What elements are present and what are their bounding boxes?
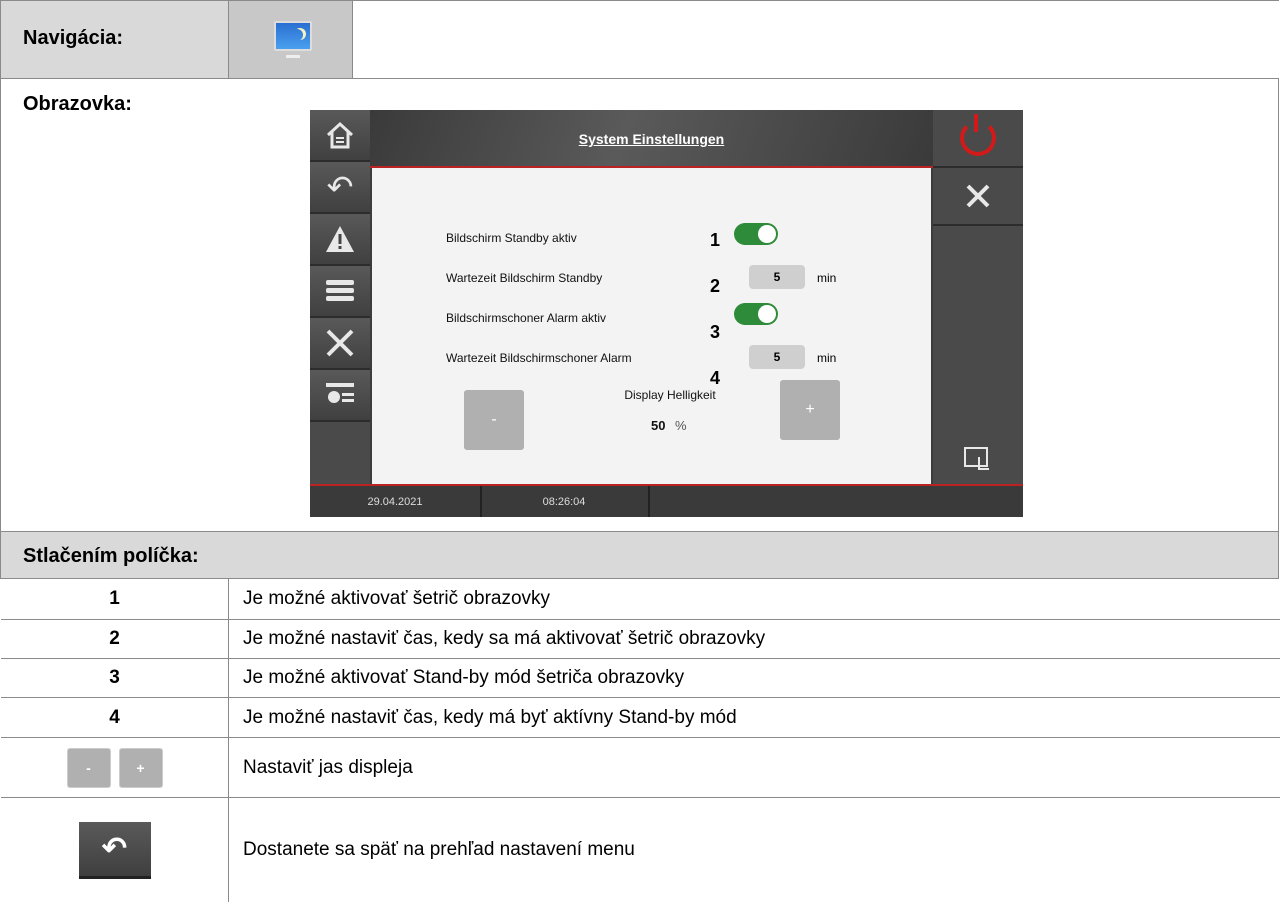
hmi-title-bar: System Einstellungen: [370, 110, 933, 168]
brightness-value: 50: [651, 418, 666, 433]
table-row: 1 Je možné aktivovať šetrič obrazovky: [1, 579, 1280, 620]
setting-label-4: Wartezeit Bildschirmschoner Alarm: [446, 351, 632, 365]
legend-text: Nastaviť jas displeja: [243, 756, 413, 778]
legend-text: Je možné aktivovať Stand-by mód šetriča …: [243, 667, 685, 688]
hmi-frame: ↶ System Einstellungen Bildschirm Standb…: [310, 110, 1023, 517]
legend-text: Je možné nastaviť čas, kedy má byť aktív…: [243, 706, 737, 728]
service-tools-button[interactable]: [933, 168, 1023, 226]
screen-section: Obrazovka: ↶ System Einstellungen Bildsc…: [0, 79, 1279, 531]
brightness-minus-button[interactable]: -: [464, 390, 524, 450]
setting-label-3: Bildschirmschoner Alarm aktiv: [446, 311, 607, 325]
callout-3: 3: [710, 322, 721, 342]
legend-text: Dostanete sa späť na prehľad nastavení m…: [243, 839, 635, 860]
monitor-moon-icon[interactable]: [274, 21, 312, 58]
plus-button-sample: +: [118, 747, 163, 788]
table-row: ↶ Dostanete sa späť na prehľad nastavení…: [1, 798, 1280, 902]
status-time: 08:26:04: [480, 486, 650, 517]
status-date: 29.04.2021: [310, 486, 482, 517]
table-row: - + Nastaviť jas displeja: [1, 738, 1280, 798]
legend-key: 2: [1, 620, 229, 658]
unit-min-2: min: [817, 271, 837, 285]
legend-key: 4: [1, 698, 229, 737]
section-header-text: Stlačením políčka:: [23, 545, 199, 567]
back-icon[interactable]: ↶: [310, 162, 370, 214]
power-icon: [960, 114, 996, 156]
power-button[interactable]: [933, 110, 1023, 168]
table-row: 3 Je možné aktivovať Stand-by mód šetrič…: [1, 659, 1280, 698]
legend-key-back: ↶: [1, 798, 229, 902]
nav-label-cell: Navigácia:: [1, 1, 229, 78]
brightness-label: Display Helligkeit: [624, 388, 716, 402]
header-row: Navigácia:: [0, 0, 1279, 79]
legend-key-brightness: - +: [1, 738, 229, 797]
settings-list-icon[interactable]: [310, 370, 370, 422]
legend-text: Je možné aktivovať šetrič obrazovky: [243, 588, 551, 609]
touch-screen-icon: [964, 447, 989, 470]
touch-button[interactable]: [933, 434, 1023, 484]
callout-1: 1: [710, 230, 721, 250]
nav-icon-cell[interactable]: [229, 1, 353, 78]
back-arrow-icon: ↶: [78, 821, 151, 879]
home-icon[interactable]: [310, 110, 370, 162]
tools-icon[interactable]: [310, 318, 370, 370]
standby-time-input[interactable]: 5: [749, 265, 805, 289]
minus-button-sample: -: [66, 747, 111, 788]
unit-min-4: min: [817, 351, 837, 365]
callout-4: 4: [710, 368, 721, 388]
nav-label: Navigácia:: [23, 27, 124, 49]
warning-icon[interactable]: [310, 214, 370, 266]
section-header: Stlačením políčka:: [0, 531, 1279, 579]
setting-label-1: Bildschirm Standby aktiv: [446, 231, 577, 245]
hmi-left-nav: ↶: [310, 110, 370, 484]
menu-icon[interactable]: [310, 266, 370, 318]
brightness-unit: %: [675, 418, 687, 433]
standby-toggle[interactable]: [734, 223, 778, 245]
table-row: 4 Je možné nastaviť čas, kedy má byť akt…: [1, 698, 1280, 738]
hmi-right-nav: [933, 110, 1023, 484]
hmi-status-bar: 29.04.2021 08:26:04: [310, 484, 1023, 517]
brightness-plus-button[interactable]: +: [780, 380, 840, 440]
legend-key: 3: [1, 659, 229, 697]
hmi-title: System Einstellungen: [578, 131, 725, 147]
document: Navigácia: Obrazovka: ↶ System Einstellu…: [0, 0, 1280, 902]
setting-label-2: Wartezeit Bildschirm Standby: [446, 271, 603, 285]
hmi-content: Bildschirm Standby aktiv 1 Wartezeit Bil…: [372, 168, 931, 484]
wrench-screwdriver-icon: [966, 184, 990, 208]
legend-key: 1: [1, 579, 229, 619]
legend-text: Je možné nastaviť čas, kedy sa má aktivo…: [243, 628, 766, 649]
alarm-time-input[interactable]: 5: [749, 345, 805, 369]
table-row: 2 Je možné nastaviť čas, kedy sa má akti…: [1, 620, 1280, 659]
callout-2: 2: [710, 276, 721, 296]
screen-label: Obrazovka:: [23, 93, 132, 115]
alarm-saver-toggle[interactable]: [734, 303, 778, 325]
